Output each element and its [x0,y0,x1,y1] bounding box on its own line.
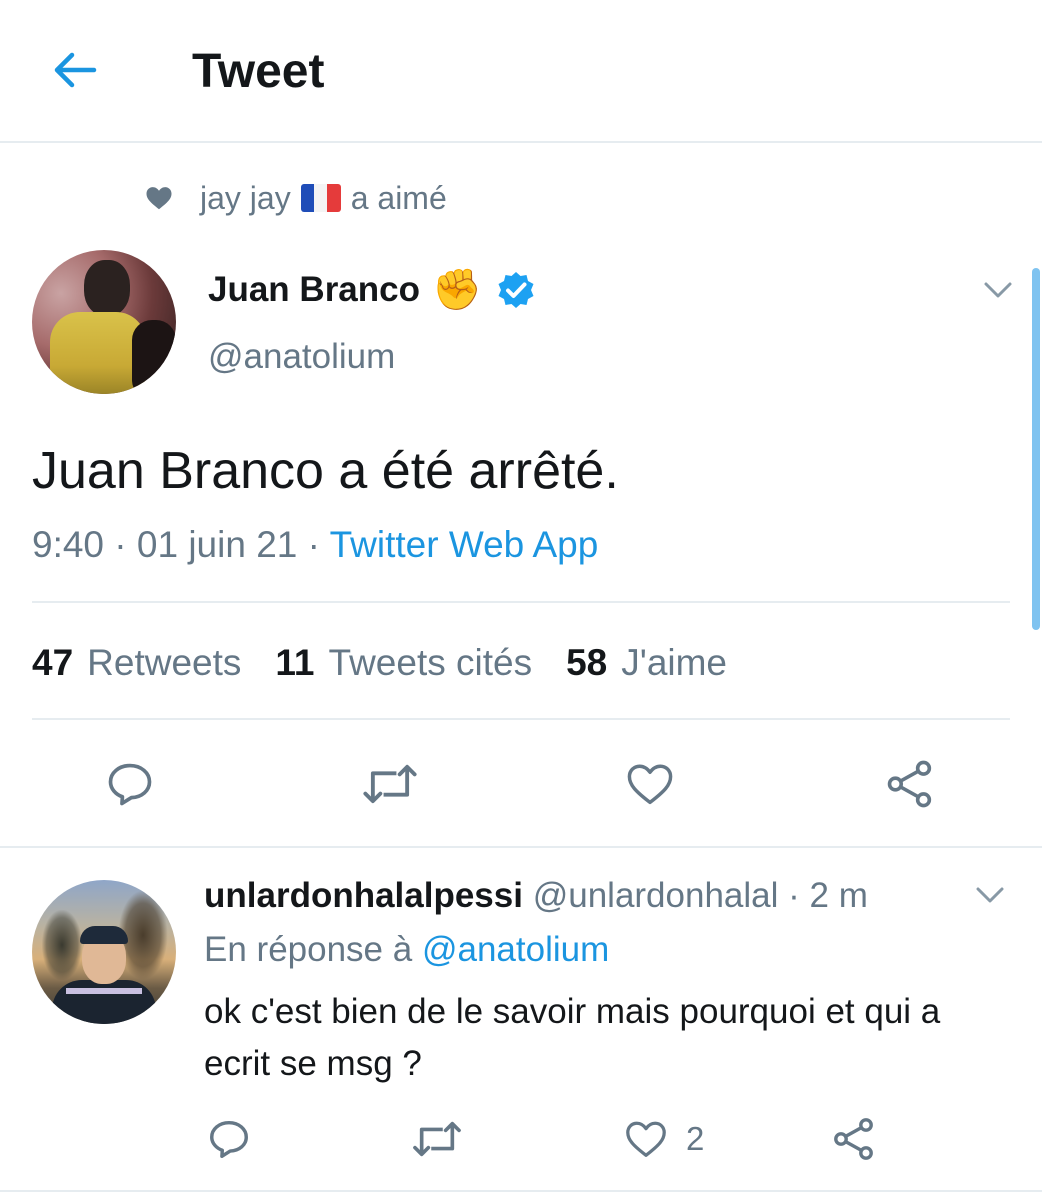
divider [32,718,1010,720]
raised-fist-emoji: ✊ [432,268,482,312]
reply-share-button[interactable] [830,1114,878,1164]
retweets-stat[interactable]: 47 Retweets [32,640,241,686]
divider [32,601,1010,603]
liked-action: a aimé [350,179,447,216]
reply-author-handle[interactable]: @unlardonhalal [533,876,779,915]
heart-icon [627,764,673,805]
france-flag-icon [300,184,341,212]
reply-retweet-button[interactable] [410,1114,464,1164]
reply-to-label: En réponse à [204,930,413,969]
author-handle[interactable]: @anatolium [208,335,395,379]
reply-to-mention[interactable]: @anatolium [422,930,609,969]
share-icon [887,760,932,808]
chevron-down-icon [984,282,1012,298]
tweet-source-link[interactable]: Twitter Web App [330,524,599,565]
share-icon [834,1118,873,1160]
reply-author-name[interactable]: unlardonhalalpessi [204,876,523,915]
liked-by-user[interactable]: jay jay [200,180,291,217]
social-context: jay jay a aimé [144,178,447,218]
likes-stat[interactable]: 58 J'aime [566,640,727,686]
retweet-button[interactable] [360,756,420,812]
meta-separator: · [114,524,127,565]
tweet-text: Juan Branco a été arrêté. [32,442,619,500]
reply-author-avatar[interactable] [32,880,176,1024]
reply-like-button[interactable]: 2 [622,1114,704,1164]
author-name[interactable]: Juan Branco [208,268,420,312]
chevron-down-icon [976,887,1004,903]
heart-filled-icon [146,187,172,210]
heart-icon [626,1121,666,1157]
retweet-icon [413,1121,461,1157]
page-title: Tweet [192,45,325,98]
reply-like-count: 2 [686,1120,705,1157]
top-bar: Tweet [0,0,1042,143]
arrow-left-icon [54,52,97,88]
author-avatar[interactable] [32,250,176,394]
author-name-row[interactable]: Juan Branco ✊ [208,268,536,312]
reply-icon [210,1120,248,1158]
meta-separator: · [307,524,320,565]
reply-reply-button[interactable] [206,1114,252,1164]
reply-time: · 2 m [788,876,868,915]
tweet-time: 9:40 [32,524,105,565]
retweet-icon [363,764,417,804]
back-button[interactable] [44,44,104,96]
reply-context: En réponse à @anatolium [204,928,609,972]
tweet-meta: 9:40 · 01 juin 21 · Twitter Web App [32,522,598,568]
reply-button[interactable] [100,756,160,812]
verified-badge-icon [498,272,534,308]
quotes-stat[interactable]: 11 Tweets cités [275,640,532,686]
scrollbar[interactable] [1032,268,1040,630]
divider [0,846,1042,848]
reply-header: unlardonhalalpessi @unlardonhalal · 2 m [204,874,868,918]
tweet-menu-button[interactable] [978,274,1018,306]
reply-menu-button[interactable] [970,880,1010,910]
tweet-date: 01 juin 21 [136,524,298,565]
divider [0,1190,1042,1192]
reply-text: ok c'est bien de le savoir mais pourquoi… [204,992,941,1083]
like-button[interactable] [620,756,680,812]
share-button[interactable] [880,756,940,812]
tweet-stats: 47 Retweets 11 Tweets cités 58 J'aime [32,640,761,686]
reply-icon [108,763,152,806]
